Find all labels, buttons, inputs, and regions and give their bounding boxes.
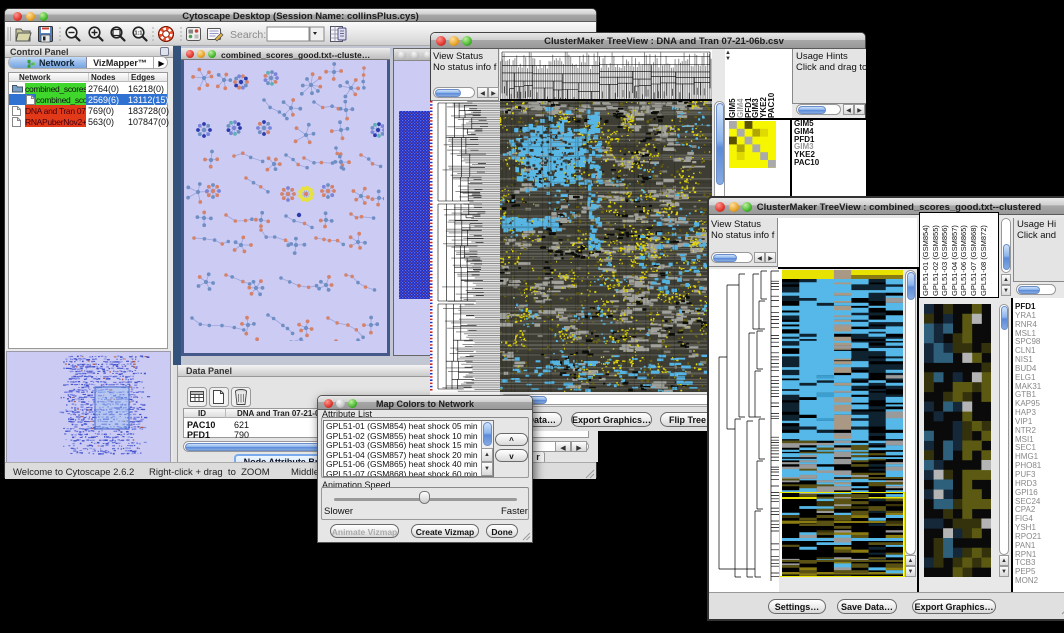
svg-text:1:1: 1:1 bbox=[135, 31, 143, 37]
svg-text:Search:: Search: bbox=[230, 29, 266, 41]
